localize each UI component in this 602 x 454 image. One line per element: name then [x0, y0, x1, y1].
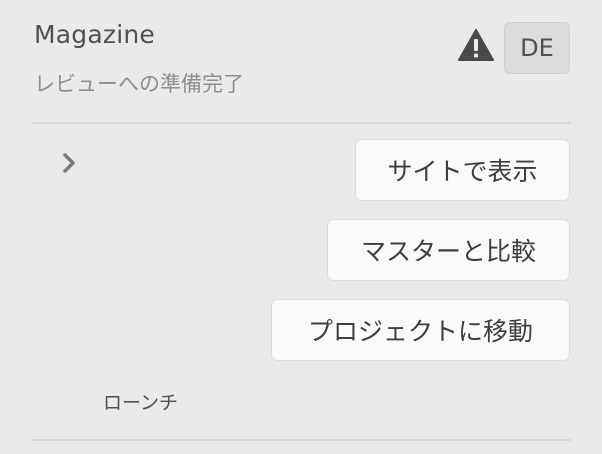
content-item-panel: Magazine レビューへの準備完了 DE サイトで表示 マスターと比較 プロ… [0, 0, 602, 454]
warning-icon [458, 29, 494, 61]
divider [32, 439, 571, 441]
view-on-site-button[interactable]: サイトで表示 [355, 139, 570, 201]
go-to-project-button[interactable]: プロジェクトに移動 [271, 299, 570, 361]
launch-label: ローンチ [103, 392, 179, 414]
item-title: Magazine [34, 20, 155, 49]
compare-to-master-button[interactable]: マスターと比較 [327, 219, 570, 281]
status-text: レビューへの準備完了 [34, 72, 244, 96]
divider [32, 122, 571, 124]
language-badge: DE [504, 22, 570, 74]
chevron-right-icon[interactable] [58, 150, 82, 176]
